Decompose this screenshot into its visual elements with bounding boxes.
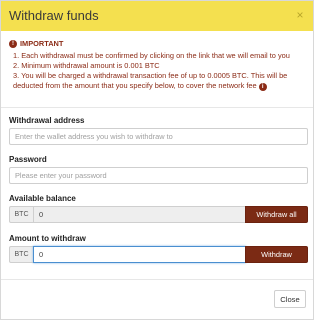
modal-header: Withdraw funds ×: [1, 1, 313, 31]
available-balance-currency: BTC: [9, 206, 34, 223]
amount-currency: BTC: [9, 246, 34, 263]
withdraw-button[interactable]: Withdraw: [245, 246, 308, 263]
close-icon[interactable]: ×: [294, 8, 306, 22]
amount-input[interactable]: [33, 246, 246, 263]
divider-top: [1, 107, 313, 108]
password-input[interactable]: [9, 167, 308, 184]
amount-label: Amount to withdraw: [9, 234, 86, 243]
info-icon[interactable]: i: [258, 83, 267, 91]
important-heading: ! IMPORTANT: [9, 39, 309, 49]
available-balance-group: BTC Withdraw all: [9, 206, 308, 223]
important-notice: ! IMPORTANT 1. Each withdrawal must be c…: [9, 39, 309, 91]
withdraw-modal: Withdraw funds × ! IMPORTANT 1. Each wit…: [0, 0, 314, 320]
amount-group: BTC Withdraw: [9, 246, 308, 263]
important-item-3-text: 3. You will be charged a withdrawal tran…: [13, 71, 288, 90]
password-label: Password: [9, 155, 47, 164]
divider-bottom: [1, 279, 313, 280]
exclamation-icon: !: [9, 40, 17, 48]
important-item-1: 1. Each withdrawal must be confirmed by …: [13, 51, 290, 60]
important-heading-text: IMPORTANT: [20, 39, 64, 48]
withdrawal-address-label: Withdrawal address: [9, 116, 85, 125]
important-item-3: 3. You will be charged a withdrawal tran…: [13, 71, 309, 91]
important-item-2: 2. Minimum withdrawal amount is 0.001 BT…: [13, 61, 160, 70]
important-list: 1. Each withdrawal must be confirmed by …: [9, 51, 309, 91]
withdrawal-address-input[interactable]: [9, 128, 308, 145]
available-balance-field: [33, 206, 246, 223]
close-button[interactable]: Close: [274, 290, 306, 308]
withdraw-all-button[interactable]: Withdraw all: [245, 206, 308, 223]
available-balance-label: Available balance: [9, 194, 76, 203]
modal-title: Withdraw funds: [9, 8, 99, 23]
